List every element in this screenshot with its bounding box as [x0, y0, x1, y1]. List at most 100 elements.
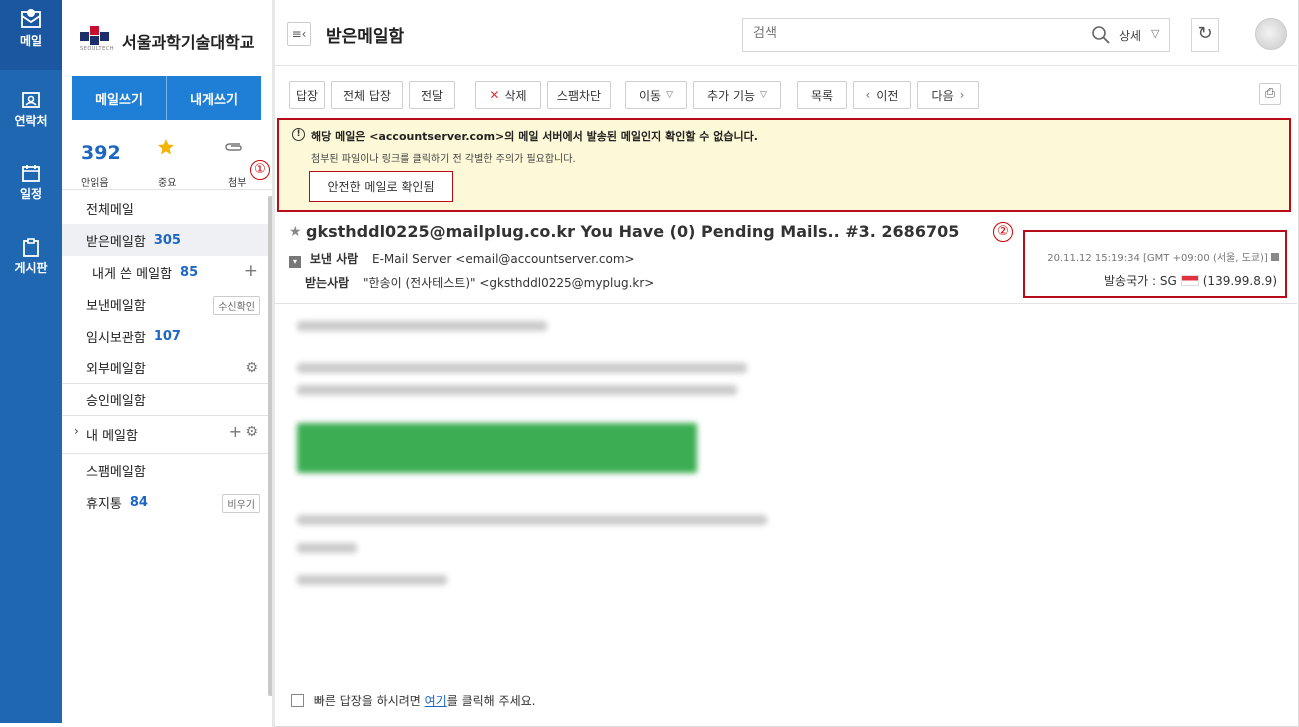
folder-drafts[interactable]: 임시보관함 107: [62, 320, 272, 352]
folder-label: 외부메일함: [86, 362, 146, 377]
folder-spam[interactable]: 스팸메일함: [62, 454, 272, 486]
rail-item-calendar[interactable]: 일정: [0, 163, 62, 202]
mail-app: 메일 연락처 일정 게시판 서울과학기술대학교 SEOULTECH 메일쓰기 내…: [0, 0, 1299, 727]
received-datetime-text: 20.11.12 15:19:34 [GMT +09:00 (서울, 도쿄)]: [1047, 253, 1268, 264]
search-box: 상세 ▽: [742, 18, 1170, 52]
school-name-en: SEOULTECH: [80, 46, 114, 52]
folder-sent[interactable]: 보낸메일함 수신확인: [62, 288, 272, 320]
more-actions-button[interactable]: 추가 기능 ▽: [693, 81, 781, 109]
star-icon[interactable]: ★: [289, 224, 302, 240]
attachment-label: 첨부: [228, 178, 247, 189]
chevron-down-icon: ▽: [666, 90, 673, 100]
page-title: 받은메일함: [326, 27, 405, 47]
rail-label-board: 게시판: [14, 261, 48, 275]
folder-inbox[interactable]: 받은메일함 305: [62, 224, 272, 256]
received-datetime: 20.11.12 15:19:34 [GMT +09:00 (서울, 도쿄)]: [1047, 249, 1279, 264]
spoofing-warning-banner: ! 해당 메일은 <accountserver.com>의 메일 서버에서 발송…: [277, 118, 1291, 212]
message-subject: gksthddl0225@mailplug.co.kr You Have (0)…: [306, 222, 960, 241]
search-input[interactable]: [753, 26, 1073, 41]
folder-label: 승인메일함: [86, 394, 146, 409]
annotation-marker-1: ①: [250, 160, 270, 180]
reply-button[interactable]: 답장: [289, 81, 325, 109]
compose-button[interactable]: 메일쓰기: [72, 76, 167, 120]
sender-country-label: 발송국가 : SG: [1104, 274, 1177, 288]
plus-icon[interactable]: +: [229, 422, 242, 441]
mail-icon: [21, 9, 41, 28]
folder-trash[interactable]: 휴지통 84 비우기: [62, 486, 272, 518]
chevron-down-icon[interactable]: ▽: [1151, 27, 1159, 40]
move-label: 이동: [638, 88, 662, 103]
folder-approval[interactable]: 승인메일함: [62, 384, 272, 416]
read-receipt-button[interactable]: 수신확인: [213, 296, 260, 315]
empty-trash-button[interactable]: 비우기: [222, 494, 260, 513]
annotation-marker-2: ②: [993, 222, 1013, 242]
star-icon[interactable]: [157, 138, 175, 156]
plus-icon[interactable]: +: [244, 261, 258, 281]
gear-icon[interactable]: ⚙: [245, 424, 258, 440]
quick-reply-link[interactable]: 여기: [425, 694, 447, 708]
next-button[interactable]: 다음 ›: [917, 81, 979, 109]
top-bar: ≡‹ 받은메일함 상세 ▽ ↻: [275, 0, 1297, 66]
reply-all-label: 전체 답장: [343, 88, 391, 103]
delete-label: 삭제: [504, 88, 527, 103]
folder-label: 스팸메일함: [86, 464, 146, 480]
list-label: 목록: [810, 88, 834, 103]
from-value[interactable]: E-Mail Server <email@accountserver.com>: [372, 252, 635, 266]
left-rail: 메일 연락처 일정 게시판: [0, 0, 62, 723]
school-logo[interactable]: 서울과학기술대학교 SEOULTECH: [80, 24, 270, 54]
message-toolbar: 답장 전체 답장 전달 ✕ 삭제 스팸차단 이동 ▽ 추가 기능 ▽ 목록 ‹ 이전 다…: [289, 81, 1289, 109]
calendar-icon[interactable]: [1271, 253, 1279, 261]
folder-external[interactable]: 외부메일함 ⚙: [62, 352, 272, 384]
rail-item-board[interactable]: 게시판: [0, 237, 62, 276]
next-label: 다음: [931, 88, 954, 103]
to-value[interactable]: "한송이 (전사테스트)" <gksthddl0225@myplug.kr>: [363, 276, 654, 290]
chevron-left-icon: ‹: [865, 88, 871, 102]
expand-icon[interactable]: ▾: [289, 256, 301, 268]
quick-reply-suffix: 를 클릭해 주세요.: [446, 694, 536, 708]
previous-button[interactable]: ‹ 이전: [853, 81, 911, 109]
search-icon[interactable]: [1091, 25, 1111, 45]
message-meta-box: 20.11.12 15:19:34 [GMT +09:00 (서울, 도쿄)] …: [1023, 230, 1287, 298]
rail-item-mail[interactable]: 메일: [0, 0, 62, 70]
delete-button[interactable]: ✕ 삭제: [475, 81, 541, 109]
warning-title: 해당 메일은 <accountserver.com>의 메일 서버에서 발송된 …: [311, 130, 758, 143]
blurred-verify-button[interactable]: [297, 423, 697, 473]
forward-button[interactable]: 전달: [409, 81, 455, 109]
list-button[interactable]: 목록: [797, 81, 847, 109]
folder-sent-to-self[interactable]: 내게 쓴 메일함 85 +: [62, 256, 272, 288]
unread-count[interactable]: 392: [81, 142, 121, 164]
main-pane: ≡‹ 받은메일함 상세 ▽ ↻ 답장 전체 답장 전달 ✕ 삭제 스팸차단 이동 ▽…: [275, 0, 1299, 727]
avatar[interactable]: [1255, 18, 1287, 50]
unread-label: 안읽음: [81, 178, 109, 189]
block-spam-button[interactable]: 스팸차단: [547, 81, 611, 109]
sidebar: 서울과학기술대학교 SEOULTECH 메일쓰기 내게쓰기 392 안읽음 중요…: [62, 0, 273, 727]
quick-reply-prefix: 빠른 답장을 하시려면: [313, 694, 425, 708]
calendar-icon: [22, 165, 40, 182]
folder-label: 보낸메일함: [86, 298, 146, 314]
print-icon[interactable]: ⎙: [1259, 83, 1281, 105]
paperclip-icon[interactable]: [224, 140, 244, 154]
reply-all-button[interactable]: 전체 답장: [331, 81, 403, 109]
forward-label: 전달: [420, 88, 444, 103]
from-label: 보낸 사람: [309, 252, 359, 266]
starred-label: 중요: [158, 178, 177, 189]
move-button[interactable]: 이동 ▽: [625, 81, 687, 109]
chevron-right-icon[interactable]: ›: [74, 424, 79, 438]
folder-count: 305: [153, 232, 181, 248]
gear-icon[interactable]: ⚙: [245, 360, 258, 376]
chevron-down-icon: ▽: [760, 90, 767, 100]
collapse-sidebar-icon[interactable]: ≡‹: [287, 22, 311, 46]
rail-label-mail: 메일: [19, 34, 43, 48]
compose-to-self-button[interactable]: 내게쓰기: [167, 76, 261, 120]
folder-my-mailbox[interactable]: › 내 메일함 + ⚙: [62, 416, 272, 454]
contact-card-icon: [22, 92, 40, 108]
block-spam-label: 스팸차단: [556, 88, 602, 103]
rail-item-contacts[interactable]: 연락처: [0, 90, 62, 129]
folder-all[interactable]: 전체메일: [62, 192, 272, 224]
blurred-text-line: [297, 575, 447, 585]
mark-safe-button[interactable]: 안전한 메일로 확인됨: [309, 171, 453, 202]
refresh-icon[interactable]: ↻: [1191, 18, 1219, 52]
advanced-search-label[interactable]: 상세: [1119, 27, 1141, 44]
rail-label-contacts: 연락처: [14, 114, 48, 128]
chevron-right-icon: ›: [959, 88, 965, 102]
